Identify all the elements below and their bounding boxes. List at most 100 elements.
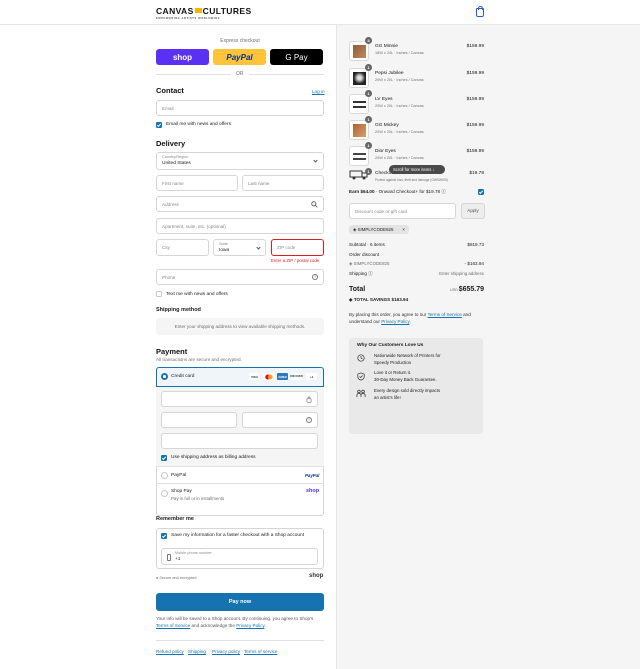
quantity-badge: 1 — [365, 90, 372, 97]
secure-label: ● Secure and encrypted — [156, 576, 197, 580]
item-thumbnail — [349, 68, 369, 88]
city-placeholder: City — [162, 245, 170, 250]
footer-link-privacy[interactable]: Privacy policy — [212, 649, 240, 654]
paypal-radio[interactable] — [161, 472, 168, 479]
total-label: Total — [349, 286, 366, 293]
shoppay-option-label: Shop Pay — [171, 489, 192, 494]
state-select[interactable]: State Iowa — [213, 239, 266, 256]
help-icon[interactable]: ? — [312, 274, 318, 280]
shipping-value: Enter shipping address — [439, 271, 484, 276]
security-code-field[interactable]: ? — [242, 412, 318, 428]
phone-icon — [167, 554, 171, 561]
phone-field[interactable]: Phone ? — [156, 269, 324, 285]
zip-field[interactable]: ZIP code — [271, 239, 324, 256]
express-checkout-title: Express checkout — [220, 38, 260, 44]
card-number-field[interactable] — [161, 391, 318, 407]
chevron-down-icon — [256, 245, 261, 250]
pay-now-button[interactable]: Pay now — [156, 593, 324, 611]
item-price: $159.99 — [466, 71, 484, 76]
paypal-option-label: PayPal — [171, 473, 187, 478]
state-label: State — [219, 242, 228, 246]
quantity-badge: 4 — [365, 37, 372, 44]
apartment-field[interactable]: Apartment, suite, etc. (optional) — [156, 218, 324, 234]
arrow-down-icon: ↓ — [432, 167, 435, 172]
item-variant: 20W x 20L · Inches / Canvas — [375, 104, 424, 108]
store-logo[interactable]: CANVAS CULTURES EMPOWERING ARTISTS WORLDW… — [156, 7, 252, 21]
save-info-checkbox[interactable] — [161, 533, 167, 539]
tag-icon: ◈ — [353, 227, 357, 232]
sms-checkbox[interactable] — [156, 291, 162, 297]
applied-code-tag: ◈ SIMPLYCODE825 × — [349, 225, 409, 234]
item-variant: 18W x 24L · Inches / Canvas — [375, 51, 424, 55]
shipping-method-heading: Shipping method — [156, 307, 201, 313]
save-info-label: Save my information for a faster checkou… — [171, 533, 305, 538]
first-name-placeholder: First name — [162, 181, 184, 186]
checkout-plus-checkbox[interactable] — [478, 189, 484, 195]
last-name-field[interactable]: Last name — [242, 175, 324, 191]
footer-link-shipping[interactable]: Shipping — [188, 649, 206, 654]
or-separator: OR — [236, 71, 244, 77]
newsletter-checkbox[interactable] — [156, 122, 162, 128]
quantity-badge: 1 — [365, 142, 372, 149]
help-icon[interactable]: ⓘ — [368, 271, 373, 276]
total-value: $655.79 — [458, 286, 484, 293]
mastercard-icon — [263, 373, 274, 380]
trust-line: Nationwide Network of Printers for — [374, 353, 441, 358]
discount-placeholder: Discount code or gift card — [355, 209, 408, 214]
search-icon — [311, 201, 318, 208]
email-field[interactable]: Email — [156, 100, 324, 116]
discover-icon: DISCOVER — [290, 373, 303, 380]
item-thumbnail — [349, 94, 369, 114]
shop-terms-link[interactable]: Terms of Service — [156, 623, 190, 628]
apply-button[interactable]: Apply — [461, 203, 485, 219]
email-placeholder: Email — [162, 106, 174, 111]
help-icon[interactable]: ? — [306, 417, 312, 423]
item-variant: 20W x 20L · Inches / Canvas — [375, 130, 424, 134]
shop-pay-button[interactable]: shop — [156, 49, 209, 65]
subtotal-value: $819.73 — [467, 242, 484, 247]
address-placeholder: Address — [162, 202, 179, 207]
shopping-bag-icon[interactable] — [476, 6, 484, 17]
shipping-method-box: Enter your shipping address to view avai… — [156, 318, 324, 335]
lock-icon — [306, 396, 312, 403]
item-price: $159.99 — [466, 123, 484, 128]
country-select[interactable]: Country/Region United States — [156, 152, 324, 170]
tag-icon: ◈ — [349, 297, 353, 302]
item-price: $159.99 — [466, 44, 484, 49]
name-on-card-field[interactable] — [161, 433, 318, 449]
apartment-placeholder: Apartment, suite, etc. (optional) — [162, 224, 226, 229]
payment-heading: Payment — [156, 347, 188, 356]
shop-logo: shop — [309, 573, 324, 579]
expiry-field[interactable] — [161, 412, 237, 428]
tag-icon: ◈ — [349, 261, 353, 266]
discount-field[interactable]: Discount code or gift card — [349, 203, 456, 219]
first-name-field[interactable]: First name — [156, 175, 238, 191]
privacy-link[interactable]: Privacy Policy — [381, 319, 409, 324]
info-icon[interactable]: ⓘ — [441, 189, 446, 194]
footer-link-terms[interactable]: Terms of service — [244, 649, 277, 654]
login-link[interactable]: Log in — [312, 89, 325, 94]
city-field[interactable]: City — [156, 239, 209, 256]
google-pay-button[interactable]: G Pay — [270, 49, 323, 65]
billing-same-checkbox[interactable] — [161, 455, 167, 461]
quantity-badge: 1 — [365, 116, 372, 123]
item-name: GG Minnie — [375, 44, 398, 49]
earn-text: Earn $64.00 · Onward Checkout+ for $19.7… — [349, 189, 446, 194]
logo-x-icon — [194, 8, 202, 13]
trust-line: an artist's life! — [374, 395, 401, 400]
shield-icon: ● — [156, 576, 159, 580]
paypal-logo: PayPal — [305, 473, 320, 478]
mobile-phone-field[interactable]: Mobile phone number +1 — [161, 548, 318, 565]
credit-card-radio[interactable] — [161, 373, 168, 380]
address-field[interactable]: Address — [156, 196, 324, 212]
sms-label: Text me with news and offers — [166, 292, 228, 297]
scroll-tooltip: Scroll for more items ↓ — [389, 165, 445, 174]
shop-privacy-link[interactable]: Privacy Policy — [236, 623, 264, 628]
paypal-button[interactable]: PayPal — [213, 49, 266, 65]
trust-line: Love it or Return it. — [374, 370, 412, 375]
terms-link[interactable]: Terms of Service — [428, 312, 462, 317]
remove-icon[interactable]: × — [402, 225, 405, 234]
footer-link-refund[interactable]: Refund policy — [156, 649, 184, 654]
shipping-label: Shipping ⓘ — [349, 271, 373, 276]
shoppay-radio[interactable] — [161, 490, 168, 497]
